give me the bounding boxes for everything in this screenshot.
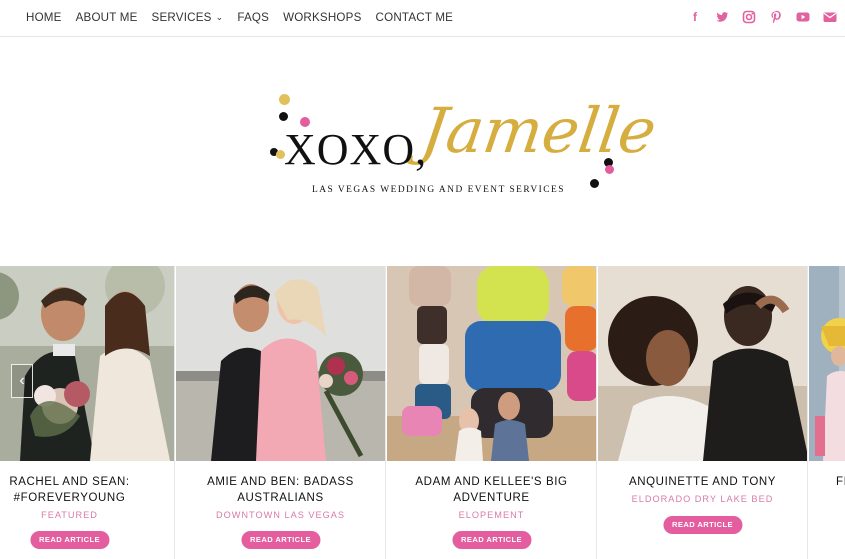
read-article-button[interactable]: READ ARTICLE	[662, 516, 743, 534]
facebook-icon[interactable]: f	[688, 10, 702, 24]
nav-about-me[interactable]: ABOUT ME	[76, 11, 138, 24]
post-card: AMIE AND BEN: BADASS AUSTRALIANS DOWNTOW…	[176, 266, 386, 559]
instagram-icon[interactable]	[742, 10, 756, 24]
post-category[interactable]: FEATURED	[0, 510, 174, 520]
post-title[interactable]: ADAM AND KELLEE'S BIG ADVENTURE	[393, 474, 590, 506]
post-title[interactable]: RACHEL AND SEAN: #FOREVERYOUNG	[0, 474, 168, 506]
post-photo[interactable]	[387, 266, 596, 461]
main-menu: HOME ABOUT ME SERVICES ⌄ FAQS WORKSHOPS C…	[26, 11, 453, 24]
twitter-icon[interactable]	[715, 10, 729, 24]
nav-services[interactable]: SERVICES ⌄	[152, 11, 224, 24]
featured-posts-carousel: RACHEL AND SEAN: #FOREVERYOUNG FEATURED …	[0, 266, 845, 559]
logo-dot	[279, 112, 288, 121]
chevron-left-icon: ‹	[19, 372, 25, 389]
top-navigation-bar: HOME ABOUT ME SERVICES ⌄ FAQS WORKSHOPS C…	[0, 0, 845, 37]
logo-dot	[590, 179, 599, 188]
nav-home[interactable]: HOME	[26, 11, 62, 24]
email-icon[interactable]	[823, 10, 837, 24]
post-photo[interactable]	[809, 266, 845, 461]
post-photo[interactable]	[598, 266, 807, 461]
post-card: RACHEL AND SEAN: #FOREVERYOUNG FEATURED …	[0, 266, 175, 559]
youtube-icon[interactable]	[796, 10, 810, 24]
post-title[interactable]: ANQUINETTE AND TONY	[604, 474, 801, 490]
post-category[interactable]: ELOPEMENT	[387, 510, 596, 520]
post-category[interactable]: ELDORADO DRY LAKE BED	[598, 494, 807, 504]
nav-faqs[interactable]: FAQS	[237, 11, 269, 24]
logo-script-name: Jamelle	[416, 94, 661, 167]
read-article-button[interactable]: READ ARTICLE	[29, 531, 110, 549]
post-card: ANQUINETTE AND TONY ELDORADO DRY LAKE BE…	[598, 266, 808, 559]
post-photo[interactable]	[176, 266, 385, 461]
logo-wordmark: XOXO,	[284, 125, 428, 174]
nav-workshops[interactable]: WORKSHOPS	[283, 11, 361, 24]
nav-contact-me[interactable]: CONTACT ME	[376, 11, 454, 24]
site-logo[interactable]: Jamelle XOXO, LAS VEGAS WEDDING AND EVEN…	[262, 88, 661, 218]
post-card: ADAM AND KELLEE'S BIG ADVENTURE ELOPEMEN…	[387, 266, 597, 559]
nav-services-label: SERVICES	[151, 11, 212, 24]
carousel-prev-button[interactable]: ‹	[11, 364, 33, 398]
post-title[interactable]: AMIE AND BEN: BADASS AUSTRALIANS	[182, 474, 379, 506]
post-category[interactable]: DOWNTOWN LAS VEGAS	[176, 510, 385, 520]
logo-tagline: LAS VEGAS WEDDING AND EVENT SERVICES	[312, 185, 565, 195]
post-title[interactable]: FI	[836, 474, 845, 490]
logo-dot	[279, 94, 290, 105]
social-links: f	[688, 10, 837, 24]
pinterest-icon[interactable]	[769, 10, 783, 24]
read-article-button[interactable]: READ ARTICLE	[451, 531, 532, 549]
post-card: FI	[809, 266, 845, 559]
read-article-button[interactable]: READ ARTICLE	[240, 531, 321, 549]
chevron-down-icon: ⌄	[215, 12, 224, 22]
